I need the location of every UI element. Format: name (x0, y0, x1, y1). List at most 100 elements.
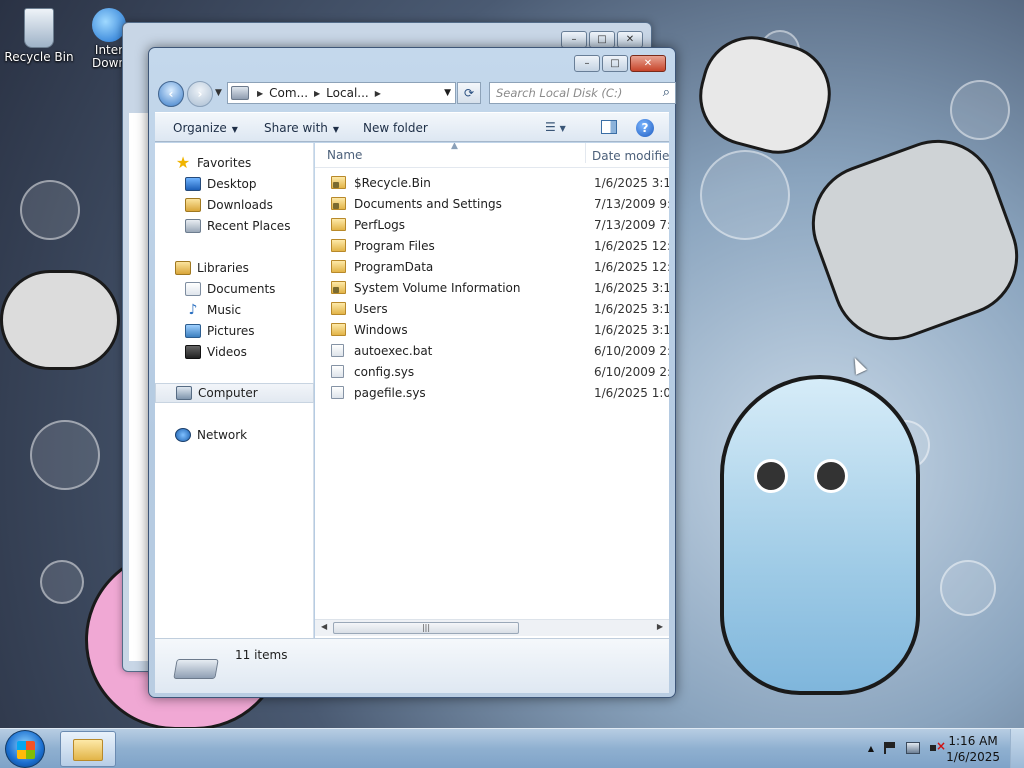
preview-pane-icon[interactable] (601, 120, 617, 134)
folder-icon (73, 739, 103, 761)
mascot-eye (814, 459, 848, 493)
computer-icon (176, 386, 192, 400)
file-row[interactable]: $Recycle.Bin 1/6/2025 3:17 A (315, 173, 669, 194)
volume-muted-icon[interactable] (930, 739, 946, 754)
horizontal-scrollbar[interactable]: ◀ ||| ▶ (315, 619, 669, 636)
file-row[interactable]: autoexec.bat 6/10/2009 2:42 (315, 341, 669, 362)
share-with-button[interactable]: Share with ▼ (264, 121, 339, 135)
file-row[interactable]: Windows 1/6/2025 3:19 A (315, 320, 669, 341)
column-header-row: ▲ Name Date modified (315, 143, 669, 168)
nav-label: Videos (207, 345, 247, 359)
explorer-window[interactable]: – □ ✕ ‹ › ▼ ▶ Com... ▶ Local... ▶ ▼ ⟳ Se… (148, 47, 676, 698)
wallpaper-bunny (687, 25, 843, 165)
background-window-content (129, 113, 149, 661)
locked-folder-icon (331, 197, 346, 210)
chevron-down-icon: ▼ (332, 125, 340, 134)
back-button[interactable]: ‹ (158, 81, 184, 107)
nav-network[interactable]: Network (155, 425, 314, 445)
close-button[interactable]: ✕ (630, 55, 666, 72)
breadcrumb-separator[interactable]: ▶ (375, 89, 381, 98)
show-desktop-button[interactable] (1010, 729, 1024, 768)
file-icon (331, 344, 344, 357)
scrollbar-thumb[interactable]: ||| (333, 622, 519, 634)
nav-item-recent-places[interactable]: Recent Places (155, 216, 314, 236)
network-icon (175, 428, 191, 442)
help-icon[interactable]: ? (636, 119, 654, 137)
file-icon (331, 365, 344, 378)
desktop-icon-recycle-bin[interactable]: Recycle Bin (0, 8, 78, 64)
search-icon[interactable]: ⌕ (663, 85, 670, 100)
action-center-flag-icon[interactable] (884, 742, 896, 754)
breadcrumb-local-disk[interactable]: Local... (326, 86, 369, 100)
network-tray-icon[interactable] (906, 742, 920, 754)
file-date-modified: 1/6/2025 3:11 A (594, 281, 669, 295)
forward-button[interactable]: › (187, 81, 213, 107)
file-row[interactable]: Program Files 1/6/2025 12:40 (315, 236, 669, 257)
minimize-button[interactable]: – (561, 31, 587, 48)
wallpaper-cat (794, 122, 1024, 358)
navigation-bar: ‹ › ▼ ▶ Com... ▶ Local... ▶ ▼ ⟳ Search L… (157, 80, 676, 108)
nav-item-documents[interactable]: Documents (155, 279, 314, 299)
background-window-caption-buttons: – □ ✕ (561, 31, 643, 48)
scroll-right-icon[interactable]: ▶ (657, 622, 663, 631)
file-row[interactable]: Users 1/6/2025 3:17 A (315, 299, 669, 320)
new-folder-button[interactable]: New folder (363, 121, 428, 135)
drive-icon (231, 86, 249, 100)
mouse-cursor-icon (849, 355, 867, 375)
file-row[interactable]: Documents and Settings 7/13/2009 9:53 (315, 194, 669, 215)
wallpaper-mascot (720, 375, 920, 695)
file-name: Windows (354, 323, 408, 337)
recent-pages-dropdown[interactable]: ▼ (215, 88, 222, 98)
refresh-button[interactable]: ⟳ (457, 82, 481, 104)
locked-folder-icon (331, 176, 346, 189)
column-header-date-modified[interactable]: Date modified (585, 143, 669, 163)
close-button[interactable]: ✕ (617, 31, 643, 48)
show-hidden-icons-icon[interactable]: ▲ (868, 742, 874, 756)
documents-icon (185, 282, 201, 296)
file-date-modified: 6/10/2009 2:42 (594, 344, 669, 358)
file-row[interactable]: PerfLogs 7/13/2009 7:37 (315, 215, 669, 236)
nav-item-music[interactable]: ♪ Music (155, 300, 314, 320)
nav-item-desktop[interactable]: Desktop (155, 174, 314, 194)
details-pane: 11 items (155, 638, 669, 693)
file-date-modified: 1/6/2025 3:17 A (594, 176, 669, 190)
taskbar-explorer-button[interactable] (60, 731, 116, 767)
file-name: $Recycle.Bin (354, 176, 431, 190)
file-date-modified: 7/13/2009 7:37 (594, 218, 669, 232)
organize-button[interactable]: Organize ▼ (173, 121, 238, 135)
nav-item-videos[interactable]: Videos (155, 342, 314, 362)
start-button[interactable] (5, 730, 45, 768)
file-row[interactable]: config.sys 6/10/2009 2:42 (315, 362, 669, 383)
column-header-name[interactable]: Name (327, 148, 362, 162)
address-dropdown[interactable]: ▼ (444, 88, 451, 98)
nav-item-downloads[interactable]: Downloads (155, 195, 314, 215)
organize-label: Organize (173, 121, 227, 135)
file-row[interactable]: pagefile.sys 1/6/2025 1:09 A (315, 383, 669, 404)
file-row[interactable]: System Volume Information 1/6/2025 3:11 A (315, 278, 669, 299)
chevron-down-icon: ▼ (231, 125, 238, 134)
clock[interactable]: 1:16 AM 1/6/2025 (946, 733, 1000, 765)
breadcrumb-computer[interactable]: Com... (269, 86, 308, 100)
drive-icon (173, 659, 219, 679)
nav-computer[interactable]: Computer (155, 383, 314, 403)
address-bar[interactable]: ▶ Com... ▶ Local... ▶ ▼ (227, 82, 456, 104)
command-bar: Organize ▼ Share with ▼ New folder ☰ ▼ ? (155, 112, 669, 142)
search-input[interactable]: Search Local Disk (C:) ⌕ (489, 82, 676, 104)
taskbar: ▲ 1:16 AM 1/6/2025 (0, 728, 1024, 768)
libraries-icon (175, 261, 191, 275)
nav-libraries[interactable]: Libraries (155, 258, 314, 278)
maximize-button[interactable]: □ (602, 55, 628, 72)
breadcrumb-separator[interactable]: ▶ (257, 89, 263, 98)
nav-item-pictures[interactable]: Pictures (155, 321, 314, 341)
file-date-modified: 1/6/2025 3:19 A (594, 323, 669, 337)
change-view-button[interactable]: ☰ ▼ (545, 120, 579, 136)
nav-favorites[interactable]: ★ Favorites (155, 153, 314, 173)
scroll-left-icon[interactable]: ◀ (321, 622, 327, 631)
file-name: Users (354, 302, 388, 316)
file-name: Program Files (354, 239, 435, 253)
file-row[interactable]: ProgramData 1/6/2025 12:40 (315, 257, 669, 278)
maximize-button[interactable]: □ (589, 31, 615, 48)
breadcrumb-separator[interactable]: ▶ (314, 89, 320, 98)
minimize-button[interactable]: – (574, 55, 600, 72)
nav-label: Documents (207, 282, 276, 296)
